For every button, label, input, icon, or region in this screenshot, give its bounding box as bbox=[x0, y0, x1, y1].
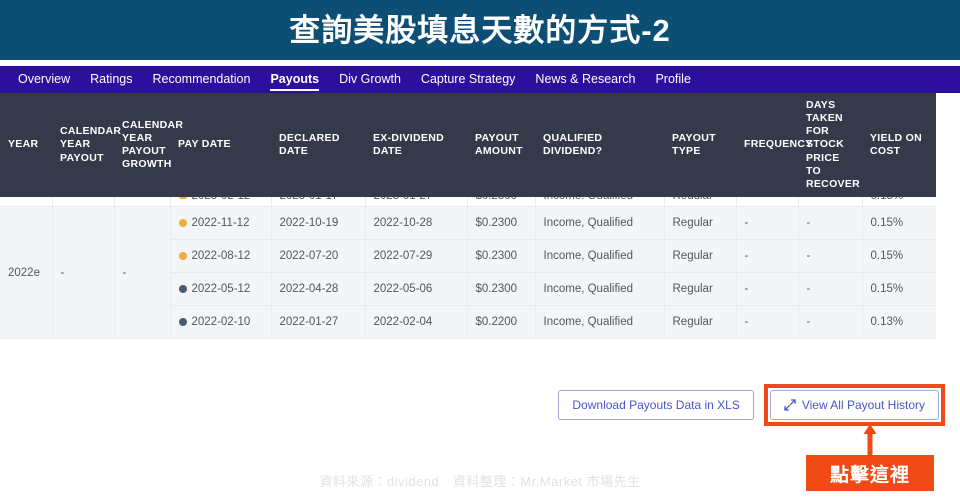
tab-recommendation[interactable]: Recommendation bbox=[142, 66, 260, 93]
cell-calendar-year-payout-growth bbox=[114, 196, 171, 208]
col-header-ex-dividend-date[interactable]: EX-DIVIDEND DATE bbox=[365, 93, 467, 197]
table-header-row: YEAR CALENDAR YEAR PAYOUT CALENDAR YEAR … bbox=[0, 93, 936, 197]
cell-payout-type: Regular bbox=[664, 305, 737, 340]
cell-year bbox=[0, 196, 53, 208]
cell-days-to-recover: - bbox=[798, 272, 863, 307]
col-header-qualified-dividend[interactable]: QUALIFIED DIVIDEND? bbox=[535, 93, 664, 197]
cell-yield-on-cost: 0.13% bbox=[862, 305, 936, 340]
cell-pay-date: 2023-02-12 bbox=[170, 196, 272, 208]
cell-declared-date: 2022-07-20 bbox=[271, 239, 366, 274]
cell-qualified-dividend: Income, Qualified bbox=[535, 305, 665, 340]
col-header-declared-date[interactable]: DECLARED DATE bbox=[271, 93, 365, 197]
col-header-year[interactable]: YEAR bbox=[0, 93, 52, 197]
expand-arrows-icon bbox=[784, 399, 796, 411]
col-header-payout-amount[interactable]: PAYOUT AMOUNT bbox=[467, 93, 535, 197]
cell-payout-type: Regular bbox=[664, 206, 737, 241]
cell-calendar-year-payout bbox=[52, 196, 115, 208]
cell-days-to-recover: - bbox=[798, 206, 863, 241]
cell-qualified-dividend: Income, Qualified bbox=[535, 196, 665, 208]
tab-news-research[interactable]: News & Research bbox=[525, 66, 645, 93]
cell-payout-amount: $0.2200 bbox=[467, 305, 536, 340]
callout-arrow-icon bbox=[863, 424, 877, 458]
cell-declared-date: 2022-10-19 bbox=[271, 206, 366, 241]
tab-overview[interactable]: Overview bbox=[8, 66, 80, 93]
cell-qualified-dividend: Income, Qualified bbox=[535, 206, 665, 241]
tab-profile[interactable]: Profile bbox=[645, 66, 700, 93]
primary-nav: Overview Ratings Recommendation Payouts … bbox=[0, 66, 960, 93]
cell-ex-dividend-date: 2022-05-06 bbox=[365, 272, 468, 307]
cell-yield-on-cost: 0.15% bbox=[862, 196, 936, 208]
cell-payout-amount: $0.2300 bbox=[467, 272, 536, 307]
tab-payouts[interactable]: Payouts bbox=[260, 66, 329, 93]
col-header-days-to-recover[interactable]: DAYS TAKEN FOR STOCK PRICE TO RECOVER bbox=[798, 93, 862, 197]
cell-days-to-recover: - bbox=[798, 239, 863, 274]
cell-declared-date: 2022-01-27 bbox=[271, 305, 366, 340]
table-row-partial[interactable]: 2023-02-12 2023-01-17 2023-01-27 $0.2300… bbox=[0, 196, 936, 208]
cell-yield-on-cost: 0.15% bbox=[862, 206, 936, 241]
cell-frequency: - bbox=[736, 206, 799, 241]
cell-qualified-dividend: Income, Qualified bbox=[535, 272, 665, 307]
payout-status-dot-icon bbox=[178, 219, 187, 228]
cell-payout-type: Regular bbox=[664, 196, 737, 208]
cell-payout-amount: $0.2300 bbox=[467, 239, 536, 274]
cell-days-to-recover: - bbox=[798, 196, 863, 208]
cell-declared-date: 2022-04-28 bbox=[271, 272, 366, 307]
cell-ex-dividend-date: 2023-01-27 bbox=[365, 196, 468, 208]
tab-div-growth[interactable]: Div Growth bbox=[329, 66, 411, 93]
cell-days-to-recover: - bbox=[798, 305, 863, 340]
cell-pay-date: 2022-11-12 bbox=[170, 206, 272, 241]
source-credit-line: 資料來源：dividend 資料整理：Mr.Market 市場先生 bbox=[319, 474, 641, 489]
download-payouts-xls-button[interactable]: Download Payouts Data in XLS bbox=[558, 390, 754, 420]
cell-payout-type: Regular bbox=[664, 239, 737, 274]
cell-payout-type: Regular bbox=[664, 272, 737, 307]
cell-calendar-year-payout: - bbox=[52, 206, 115, 340]
tab-capture-strategy[interactable]: Capture Strategy bbox=[411, 66, 526, 93]
page-title: 查詢美股填息天數的方式-2 bbox=[289, 12, 671, 48]
payout-status-dot-icon bbox=[178, 196, 187, 199]
cell-frequency: - bbox=[736, 196, 799, 208]
table-row[interactable]: 2022e - - 2022-11-12 2022-10-19 2022-10-… bbox=[0, 206, 936, 340]
view-all-payout-history-button[interactable]: View All Payout History bbox=[769, 390, 939, 420]
cell-frequency: - bbox=[736, 272, 799, 307]
title-banner: 查詢美股填息天數的方式-2 bbox=[0, 0, 960, 60]
col-header-calendar-year-payout[interactable]: CALENDAR YEAR PAYOUT bbox=[52, 93, 121, 197]
col-header-calendar-year-payout-growth[interactable]: CALENDAR YEAR PAYOUT GROWTH bbox=[114, 93, 183, 197]
cell-yield-on-cost: 0.15% bbox=[862, 239, 936, 274]
col-header-payout-type[interactable]: PAYOUT TYPE bbox=[664, 93, 736, 197]
col-header-yield-on-cost[interactable]: YIELD ON COST bbox=[862, 93, 936, 197]
cell-qualified-dividend: Income, Qualified bbox=[535, 239, 665, 274]
cell-payout-amount: $0.2300 bbox=[467, 196, 536, 208]
tab-ratings[interactable]: Ratings bbox=[80, 66, 142, 93]
cell-frequency: - bbox=[736, 239, 799, 274]
cell-year: 2022e bbox=[0, 206, 53, 340]
cell-pay-date: 2022-02-10 bbox=[170, 305, 272, 340]
col-header-frequency[interactable]: FREQUENCY bbox=[736, 93, 812, 197]
table-actions: Download Payouts Data in XLS View All Pa… bbox=[0, 384, 945, 426]
payout-status-dot-icon bbox=[178, 252, 187, 261]
cell-ex-dividend-date: 2022-02-04 bbox=[365, 305, 468, 340]
cell-payout-amount: $0.2300 bbox=[467, 206, 536, 241]
cell-frequency: - bbox=[736, 305, 799, 340]
payout-status-dot-icon bbox=[178, 318, 187, 327]
payouts-table: YEAR CALENDAR YEAR PAYOUT CALENDAR YEAR … bbox=[0, 93, 936, 340]
table-header: YEAR CALENDAR YEAR PAYOUT CALENDAR YEAR … bbox=[0, 93, 936, 197]
cell-pay-date: 2022-08-12 bbox=[170, 239, 272, 274]
view-all-payout-history-label: View All Payout History bbox=[801, 398, 925, 412]
table-body: 2023-02-12 2023-01-17 2023-01-27 $0.2300… bbox=[0, 196, 936, 340]
cell-ex-dividend-date: 2022-07-29 bbox=[365, 239, 468, 274]
cell-yield-on-cost: 0.15% bbox=[862, 272, 936, 307]
payouts-table-container[interactable]: YEAR CALENDAR YEAR PAYOUT CALENDAR YEAR … bbox=[0, 93, 936, 368]
cell-calendar-year-payout-growth: - bbox=[114, 206, 171, 340]
payout-status-dot-icon bbox=[178, 285, 187, 294]
col-header-pay-date[interactable]: PAY DATE bbox=[170, 93, 271, 197]
cell-pay-date: 2022-05-12 bbox=[170, 272, 272, 307]
cell-declared-date: 2023-01-17 bbox=[271, 196, 366, 208]
view-all-payout-history-highlight: View All Payout History bbox=[763, 384, 945, 426]
cell-ex-dividend-date: 2022-10-28 bbox=[365, 206, 468, 241]
